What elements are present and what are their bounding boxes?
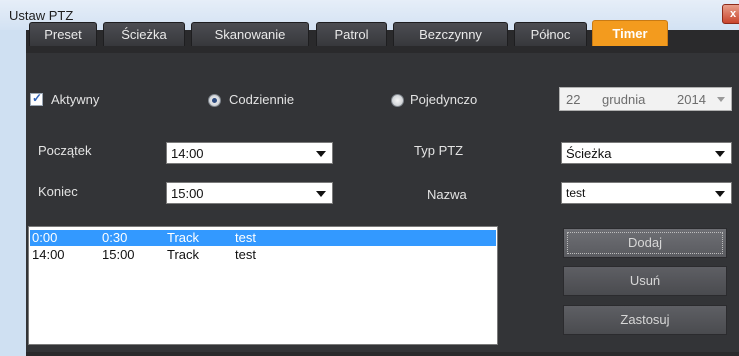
item-start: 0:00 bbox=[32, 230, 58, 245]
start-time-value: 14:00 bbox=[171, 146, 204, 161]
tab-patrol[interactable]: Patrol bbox=[316, 22, 387, 46]
name-select[interactable]: test bbox=[561, 182, 732, 204]
chevron-down-icon bbox=[316, 191, 326, 197]
tab-north[interactable]: Północ bbox=[514, 22, 587, 46]
item-end: 0:30 bbox=[102, 230, 128, 245]
start-label: Początek bbox=[38, 143, 92, 158]
end-time-select[interactable]: 15:00 bbox=[166, 182, 333, 204]
name-value: test bbox=[566, 186, 586, 200]
add-button[interactable]: Dodaj bbox=[563, 228, 727, 258]
tab-timer[interactable]: Timer bbox=[592, 20, 668, 46]
item-name: test bbox=[235, 247, 256, 262]
chevron-down-icon bbox=[717, 97, 725, 102]
window-title: Ustaw PTZ bbox=[9, 8, 74, 23]
date-picker[interactable]: 22 grudnia 2014 bbox=[559, 87, 732, 111]
item-start: 14:00 bbox=[32, 247, 65, 262]
active-checkbox[interactable]: ✓ bbox=[30, 91, 43, 106]
daily-label: Codziennie bbox=[229, 92, 295, 107]
item-type: Track bbox=[167, 230, 200, 245]
date-day: 22 bbox=[566, 92, 581, 107]
list-item[interactable]: 14:00 15:00 Track test bbox=[30, 247, 496, 263]
date-month: grudnia bbox=[602, 92, 646, 107]
single-label: Pojedynczo bbox=[410, 92, 478, 107]
item-type: Track bbox=[167, 247, 200, 262]
chevron-down-icon bbox=[715, 191, 725, 197]
schedule-list[interactable]: 0:00 0:30 Track test 14:00 15:00 Track t… bbox=[28, 226, 498, 345]
ptz-dialog: Ustaw PTZ x Preset Ścieżka Skanowanie Pa… bbox=[0, 0, 739, 356]
tab-path[interactable]: Ścieżka bbox=[103, 22, 185, 46]
close-button[interactable]: x bbox=[722, 4, 739, 24]
date-year: 2014 bbox=[677, 92, 706, 107]
chevron-down-icon bbox=[715, 151, 725, 157]
radio-selected-icon bbox=[212, 98, 217, 103]
item-end: 15:00 bbox=[102, 247, 135, 262]
chevron-down-icon bbox=[316, 151, 326, 157]
tab-preset[interactable]: Preset bbox=[29, 22, 97, 46]
end-label: Koniec bbox=[38, 184, 78, 199]
name-label: Nazwa bbox=[427, 187, 467, 202]
remove-button[interactable]: Usuń bbox=[563, 266, 727, 296]
active-label: Aktywny bbox=[51, 92, 100, 107]
apply-button[interactable]: Zastosuj bbox=[563, 305, 727, 335]
single-radio[interactable] bbox=[391, 94, 404, 107]
end-time-value: 15:00 bbox=[171, 186, 204, 201]
check-icon: ✓ bbox=[32, 91, 43, 105]
panel-bottom-edge bbox=[26, 352, 739, 356]
tab-scan[interactable]: Skanowanie bbox=[191, 22, 309, 46]
ptz-type-value: Ścieżka bbox=[566, 146, 612, 161]
close-icon: x bbox=[729, 8, 737, 20]
daily-radio[interactable] bbox=[208, 94, 221, 107]
list-item[interactable]: 0:00 0:30 Track test bbox=[30, 230, 496, 246]
ptz-type-select[interactable]: Ścieżka bbox=[561, 142, 732, 164]
ptz-type-label: Typ PTZ bbox=[414, 143, 464, 158]
item-name: test bbox=[235, 230, 256, 245]
tab-idle[interactable]: Bezczynny bbox=[393, 22, 508, 46]
start-time-select[interactable]: 14:00 bbox=[166, 142, 333, 164]
